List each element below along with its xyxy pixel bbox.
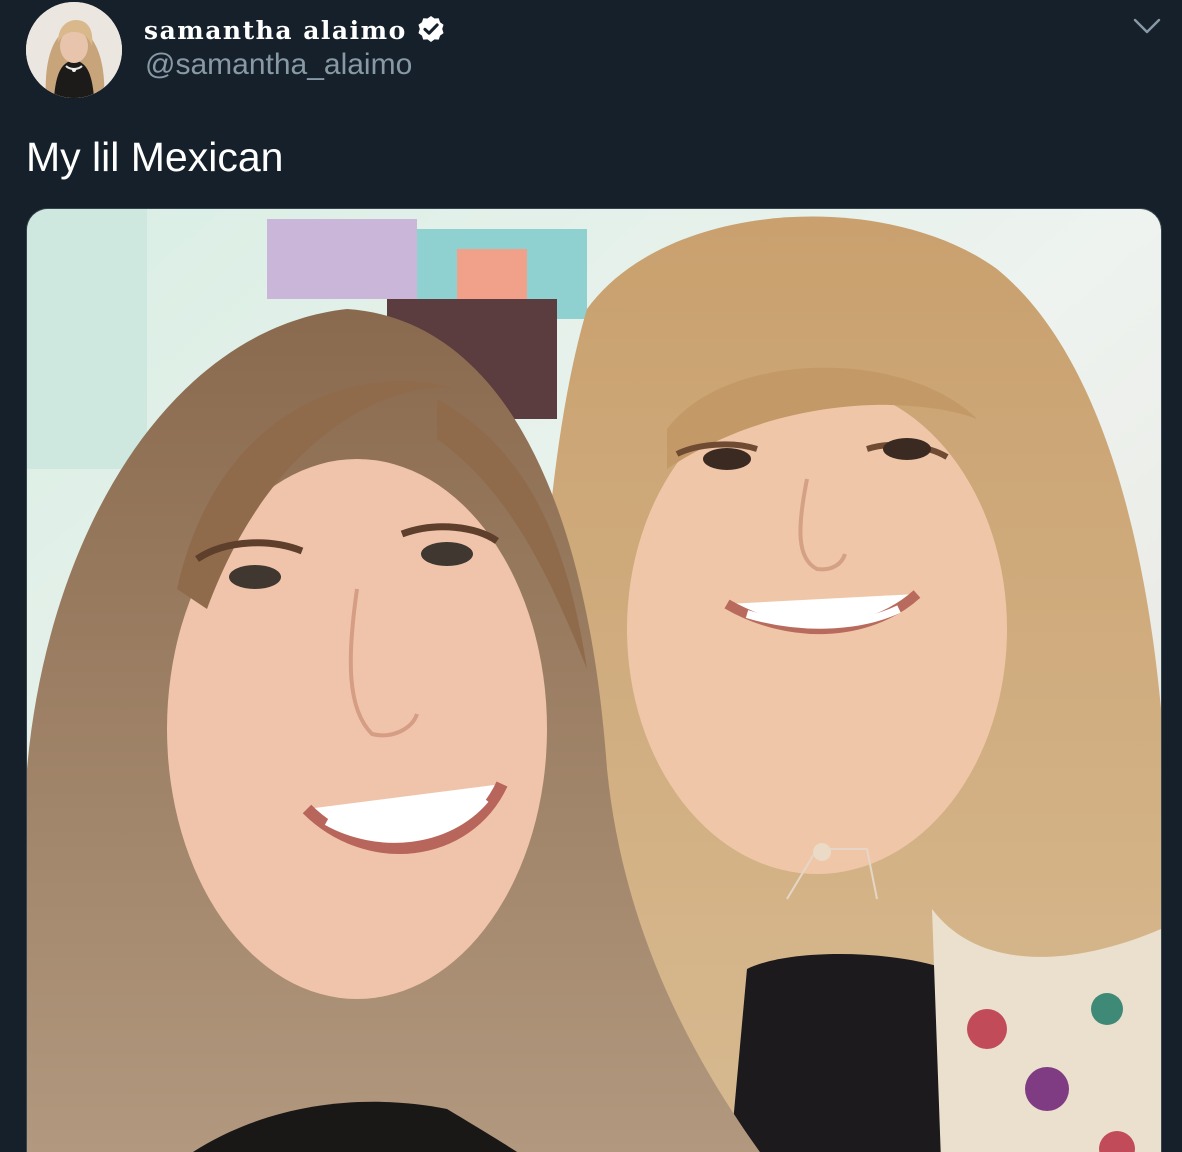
tweet: samantha alaimo @samantha_alaimo My lil … [0,0,1182,1152]
avatar[interactable] [26,2,122,98]
verified-badge-icon [418,16,444,42]
author-name-row: samantha alaimo [144,10,447,50]
photo-image [27,209,1161,1152]
avatar-image [26,2,122,98]
tweet-photo[interactable] [26,208,1162,1152]
user-handle[interactable]: @samantha_alaimo [145,48,412,82]
display-name[interactable]: samantha alaimo [144,16,407,45]
tweet-menu-button[interactable] [1130,12,1164,40]
tweet-text: My lil Mexican [26,134,284,180]
chevron-down-icon [1133,18,1161,34]
